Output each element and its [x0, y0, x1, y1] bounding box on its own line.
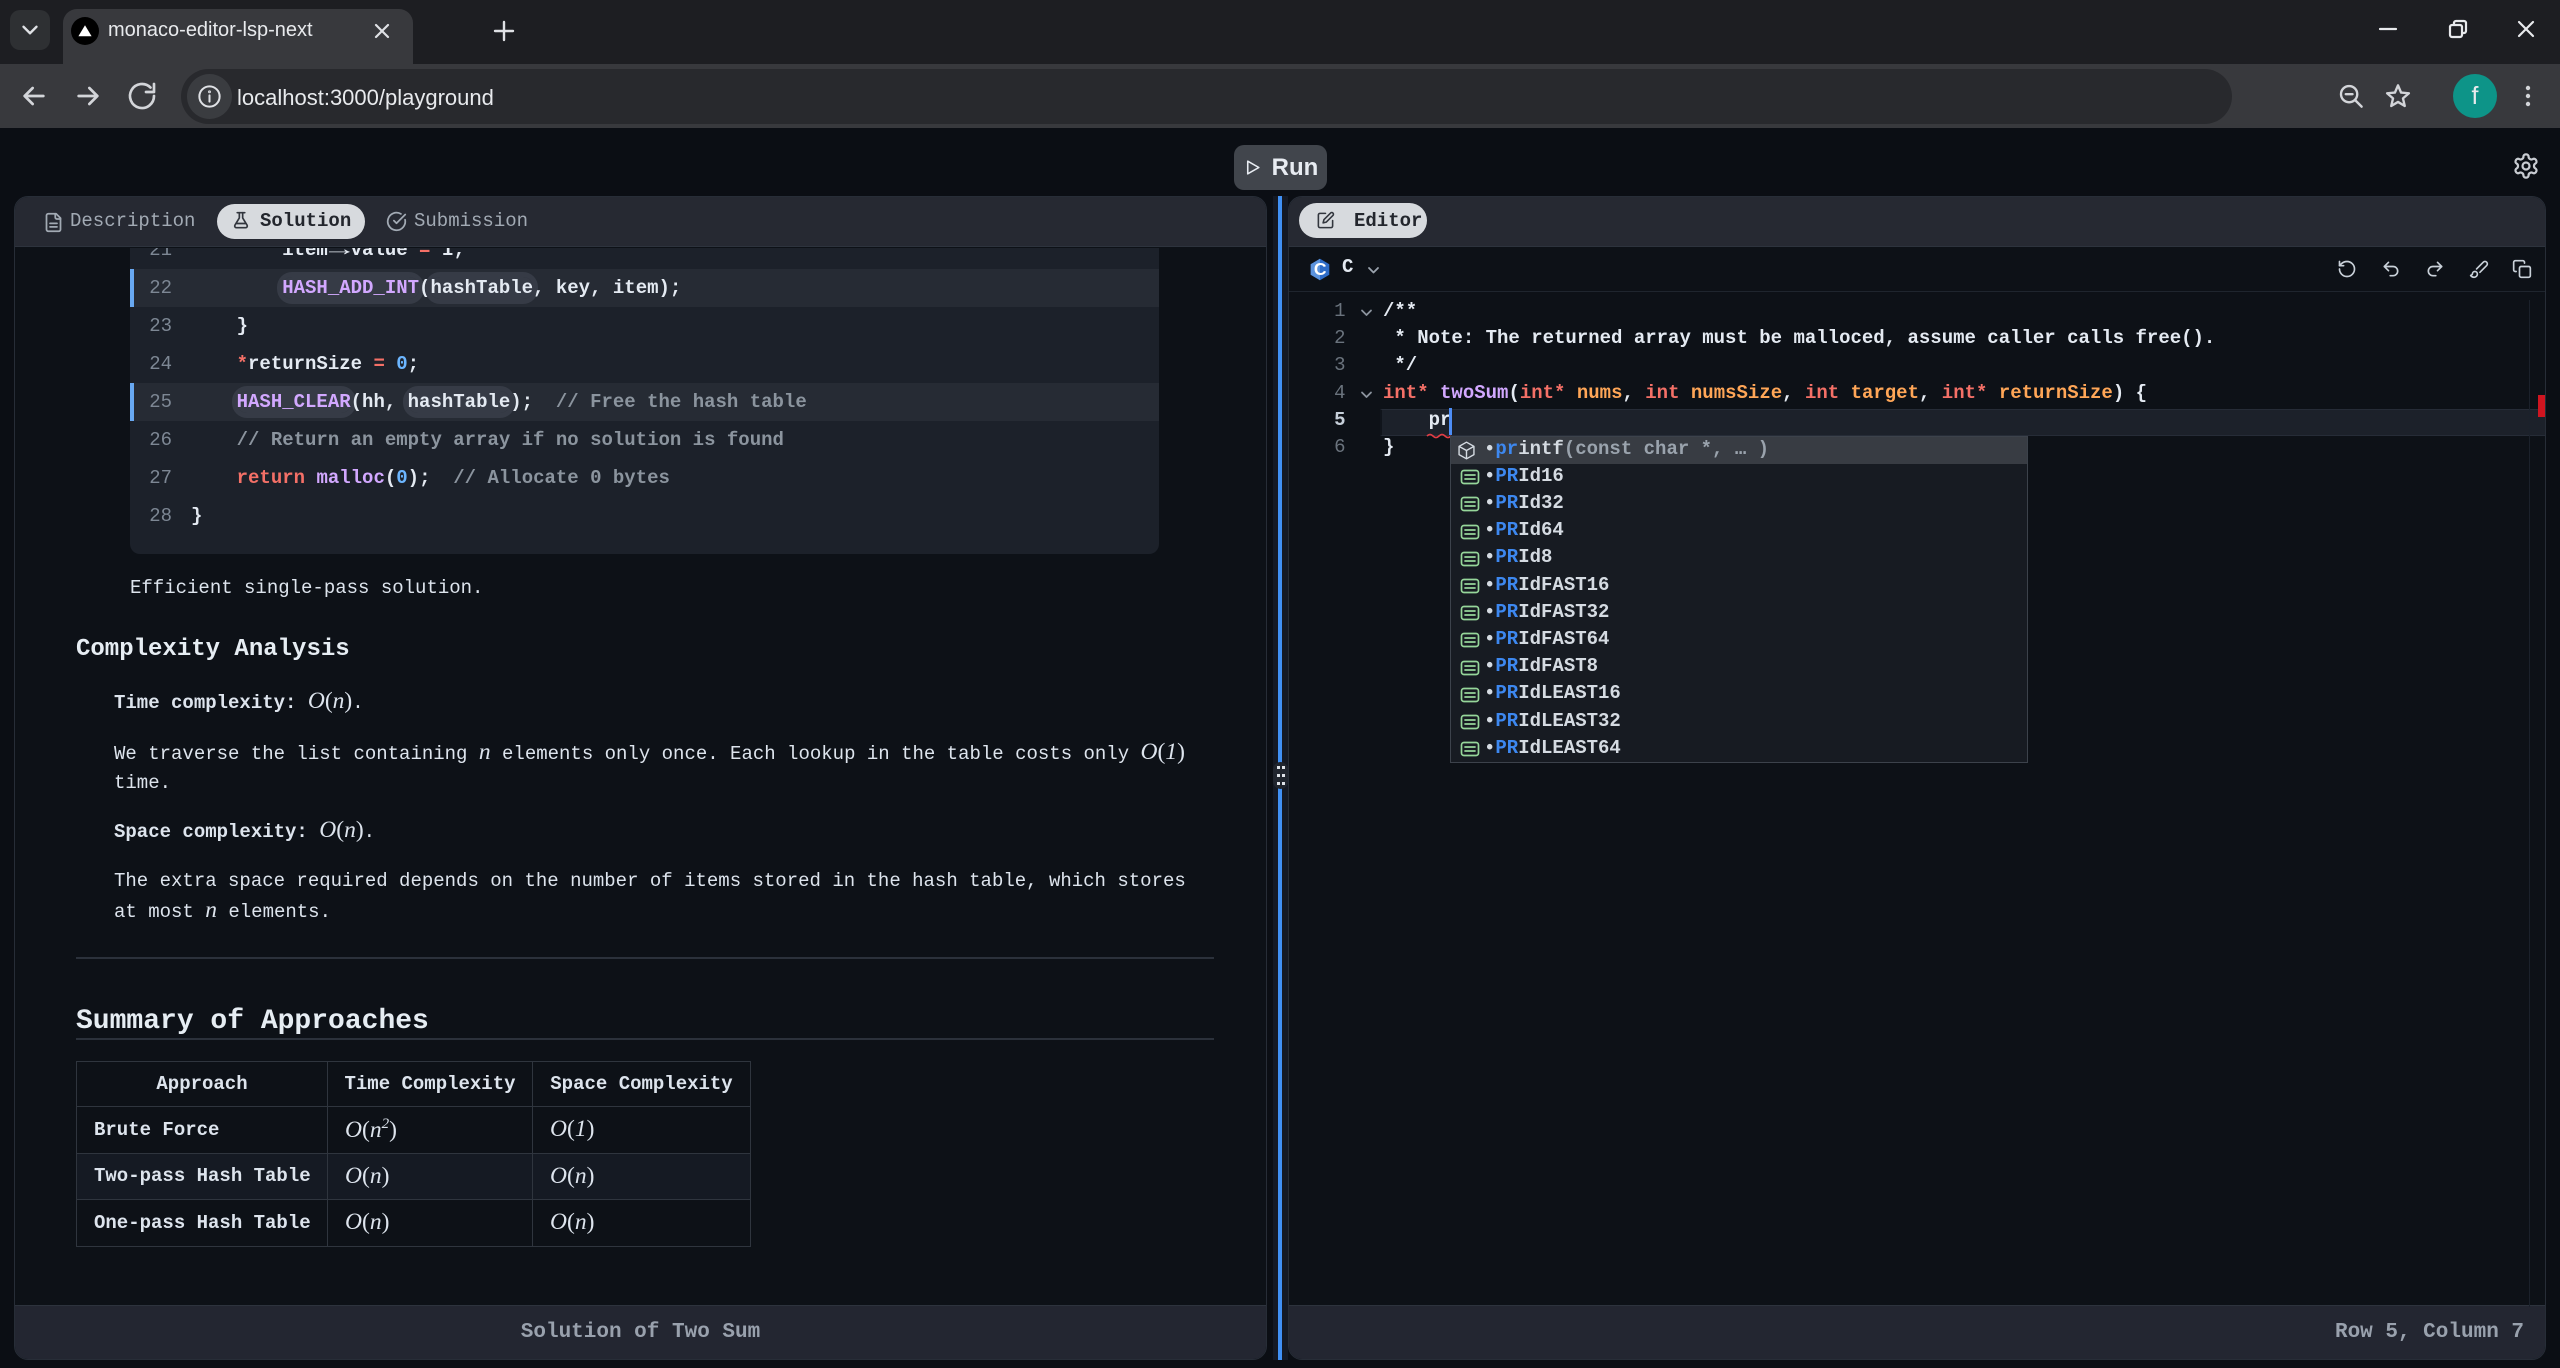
svg-text:C: C: [1314, 259, 1327, 279]
